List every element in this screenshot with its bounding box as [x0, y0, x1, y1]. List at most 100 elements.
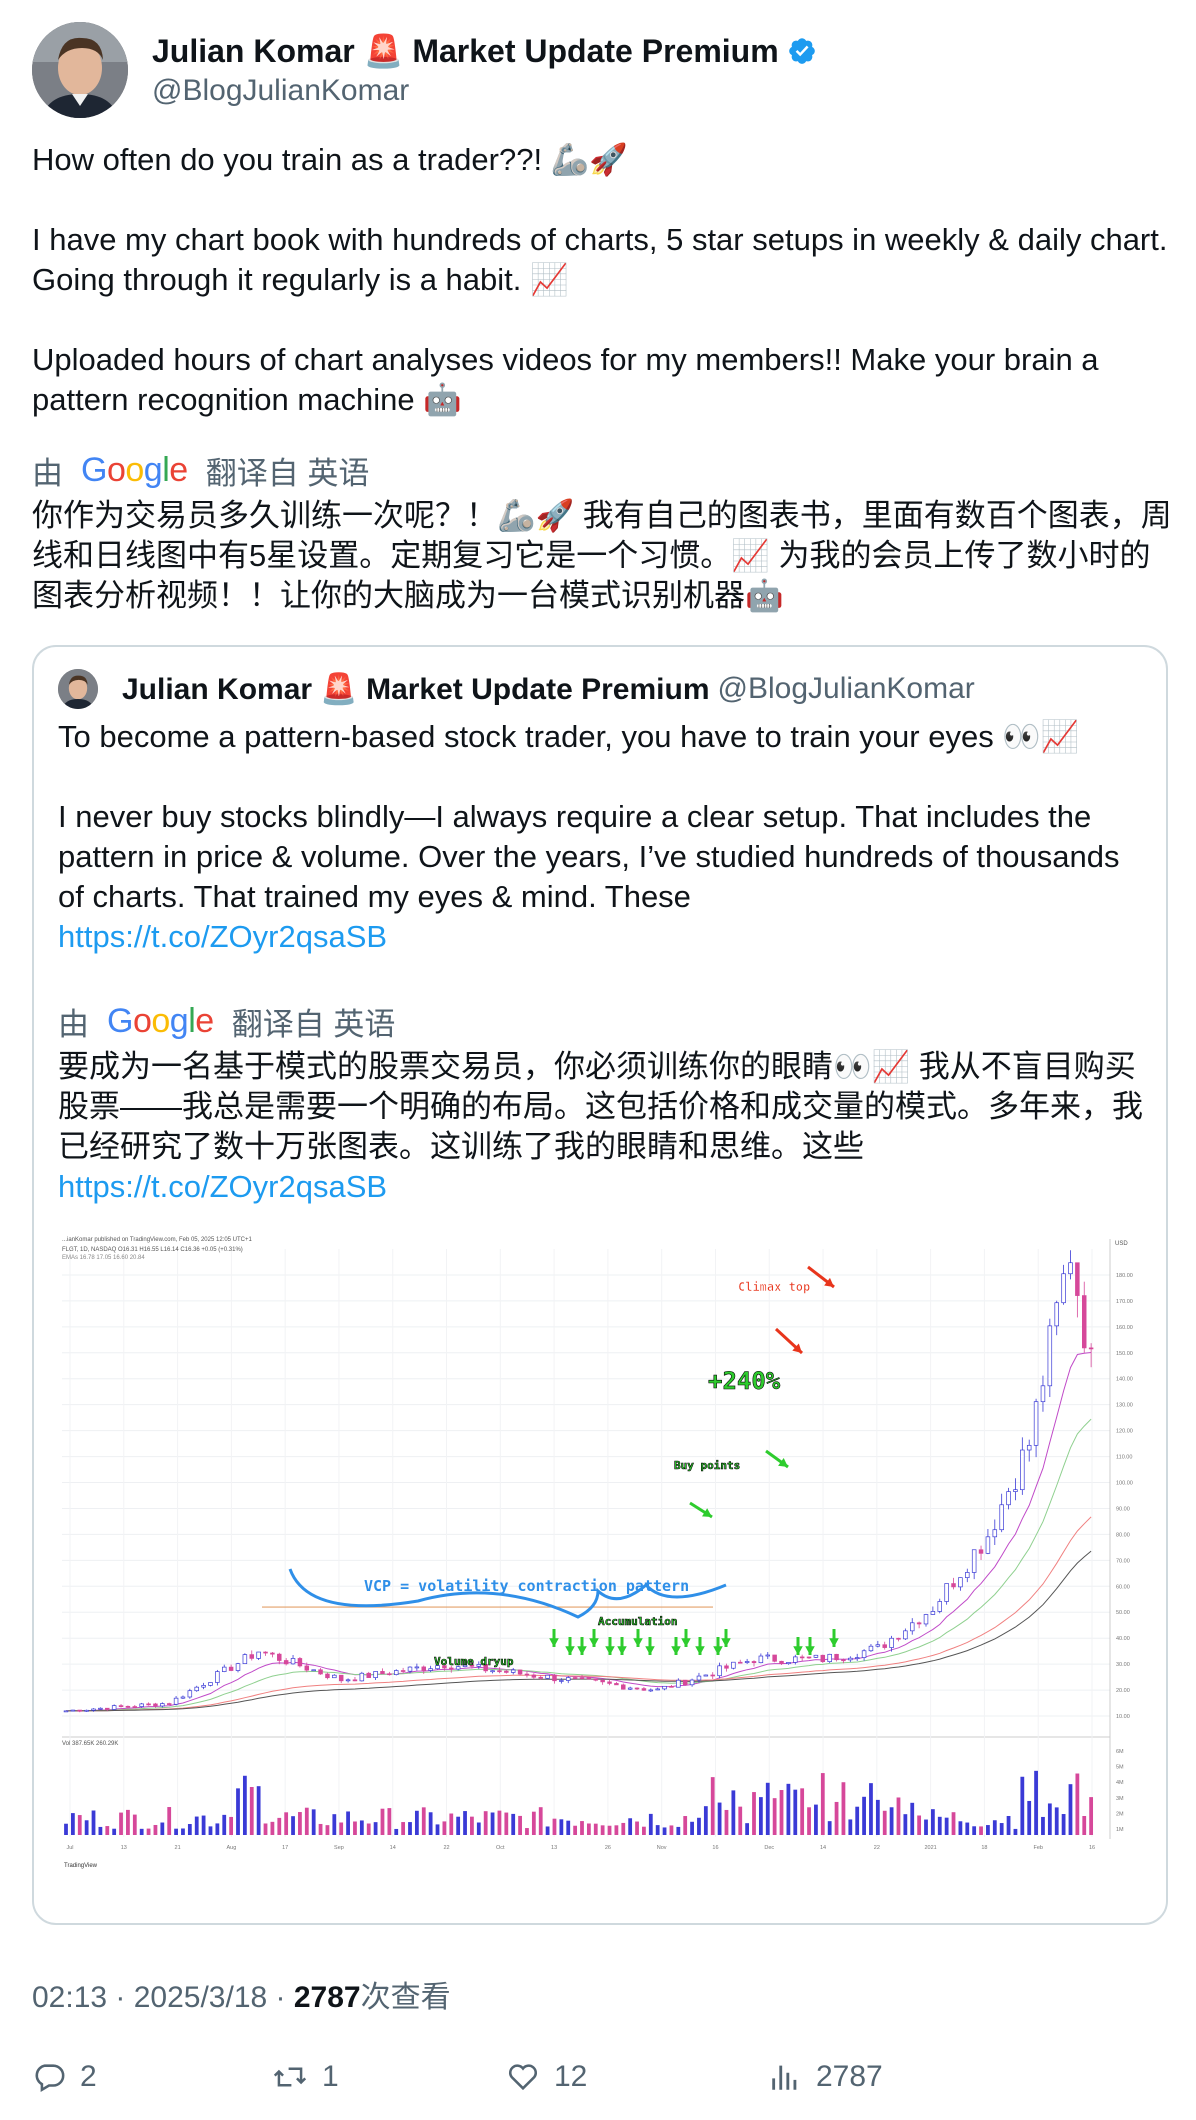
candle-body: [586, 1677, 592, 1680]
volume-bar: [470, 1816, 474, 1835]
tweet-text: How often do you train as a trader??! 🦾🚀…: [32, 140, 1172, 420]
candle-body: [304, 1665, 310, 1671]
volume-bar: [834, 1801, 839, 1835]
candle-body: [421, 1666, 427, 1671]
volume-bar: [304, 1807, 309, 1835]
author-display-name[interactable]: Julian Komar 🚨 Market Update Premium: [152, 32, 817, 70]
candle-body: [682, 1679, 688, 1686]
volume-bar: [917, 1815, 922, 1835]
volume-bar: [359, 1820, 364, 1835]
x-tick-label: Oct: [496, 1845, 505, 1851]
candle-body: [579, 1677, 585, 1680]
volume-bar: [311, 1809, 316, 1835]
candle-body: [916, 1622, 922, 1625]
volume-bar: [745, 1823, 750, 1835]
avatar[interactable]: [32, 22, 128, 118]
candle-body: [1013, 1489, 1018, 1492]
tweet-time[interactable]: 02:13 · 2025/3/18 ·: [32, 1981, 294, 2014]
views-count: 2787: [293, 1981, 361, 2014]
quoted-paragraph: I never buy stocks blindly—I always requ…: [58, 797, 1148, 957]
volume-bar: [1089, 1797, 1094, 1835]
volume-bar: [703, 1806, 708, 1835]
tweet-paragraph: I have my chart book with hundreds of ch…: [32, 222, 1168, 297]
volume-bar: [229, 1816, 234, 1835]
volume-bar: [875, 1799, 880, 1835]
candle-body: [352, 1679, 358, 1682]
candle-body: [951, 1583, 956, 1588]
volume-bar: [793, 1789, 798, 1835]
volume-bar: [346, 1811, 350, 1835]
gain-label: +240%: [708, 1367, 781, 1395]
y-tick-label: 90.00: [1116, 1506, 1130, 1512]
candle-body: [1040, 1385, 1046, 1403]
candle-body: [696, 1675, 702, 1681]
volume-bar: [325, 1825, 330, 1835]
volume-bar: [580, 1821, 584, 1835]
candle-body: [655, 1688, 660, 1691]
candle-body: [146, 1703, 151, 1706]
quoted-translated-link[interactable]: https://t.co/ZOyr2qsaSB: [58, 1169, 387, 1204]
volume-bar: [951, 1812, 956, 1835]
candle-body: [689, 1679, 695, 1686]
quoted-translation-attribution: 由 Google 翻译自 英语: [58, 999, 395, 1044]
x-tick-label: 2021: [925, 1845, 937, 1851]
candle-body: [91, 1708, 96, 1711]
quoted-paragraph: To become a pattern-based stock trader, …: [58, 719, 1080, 754]
quoted-link[interactable]: https://t.co/ZOyr2qsaSB: [58, 919, 387, 954]
candle-body: [160, 1703, 165, 1707]
candle-body: [848, 1657, 853, 1661]
views-button[interactable]: 2787: [768, 2060, 883, 2094]
volume-bar: [242, 1775, 247, 1835]
volume-bar: [600, 1825, 605, 1835]
volume-bar: [77, 1815, 82, 1835]
candle-body: [1020, 1449, 1025, 1491]
volume-bar: [318, 1823, 323, 1835]
volume-bar: [277, 1817, 282, 1835]
volume-bar: [648, 1813, 653, 1835]
x-tick-label: Aug: [226, 1845, 236, 1851]
candle-body: [882, 1644, 887, 1648]
volume-bar: [1020, 1776, 1025, 1835]
volume-tick-label: 3M: [1116, 1796, 1124, 1802]
volume-bar: [256, 1786, 261, 1835]
volume-bar: [786, 1783, 791, 1835]
author-handle[interactable]: @BlogJulianKomar: [152, 74, 817, 108]
volume-bar: [607, 1825, 612, 1835]
candle-body: [930, 1611, 936, 1615]
candle-body: [166, 1703, 172, 1705]
candle-body: [380, 1671, 385, 1675]
candle-body: [744, 1661, 750, 1663]
candle-body: [194, 1686, 199, 1692]
google-logo: Google: [107, 1002, 214, 1040]
volume-bar: [167, 1807, 172, 1835]
candle-body: [270, 1652, 275, 1655]
candle-body: [634, 1687, 640, 1690]
volume-bar: [146, 1828, 151, 1835]
volume-bar: [428, 1812, 433, 1835]
volume-bar: [476, 1822, 481, 1835]
chart-currency: USD: [1115, 1241, 1128, 1247]
quoted-paragraph-text: I never buy stocks blindly—I always requ…: [58, 799, 1120, 914]
author-name-text[interactable]: Julian Komar 🚨 Market Update Premium: [152, 32, 779, 70]
heart-icon: [508, 2064, 538, 2091]
volume-bar: [683, 1816, 688, 1835]
volume-tick-label: 1M: [1116, 1827, 1124, 1833]
candle-body: [971, 1549, 977, 1573]
candle-body: [345, 1679, 351, 1682]
candle-body: [538, 1676, 543, 1679]
volume-bar: [779, 1790, 784, 1835]
reply-button[interactable]: 2: [32, 2060, 97, 2094]
chart-image[interactable]: ...ianKomar published on TradingView.com…: [58, 1229, 1148, 1874]
volume-bar: [181, 1828, 185, 1835]
chart-ema-line: EMAs 16.78 17.05 16.60 20.84: [62, 1255, 145, 1261]
candle-body: [428, 1668, 433, 1671]
tweet-paragraph: Uploaded hours of chart analyses videos …: [32, 342, 1099, 417]
candle-body: [1068, 1262, 1073, 1275]
x-tick-label: 14: [820, 1845, 826, 1851]
volume-bar: [896, 1797, 901, 1835]
volume-bar: [662, 1827, 667, 1835]
like-button[interactable]: 12: [506, 2060, 587, 2094]
quoted-tweet[interactable]: Julian Komar 🚨 Market Update Premium @Bl…: [32, 645, 1168, 1925]
retweet-button[interactable]: 1: [272, 2060, 339, 2094]
candle-body: [84, 1709, 89, 1712]
